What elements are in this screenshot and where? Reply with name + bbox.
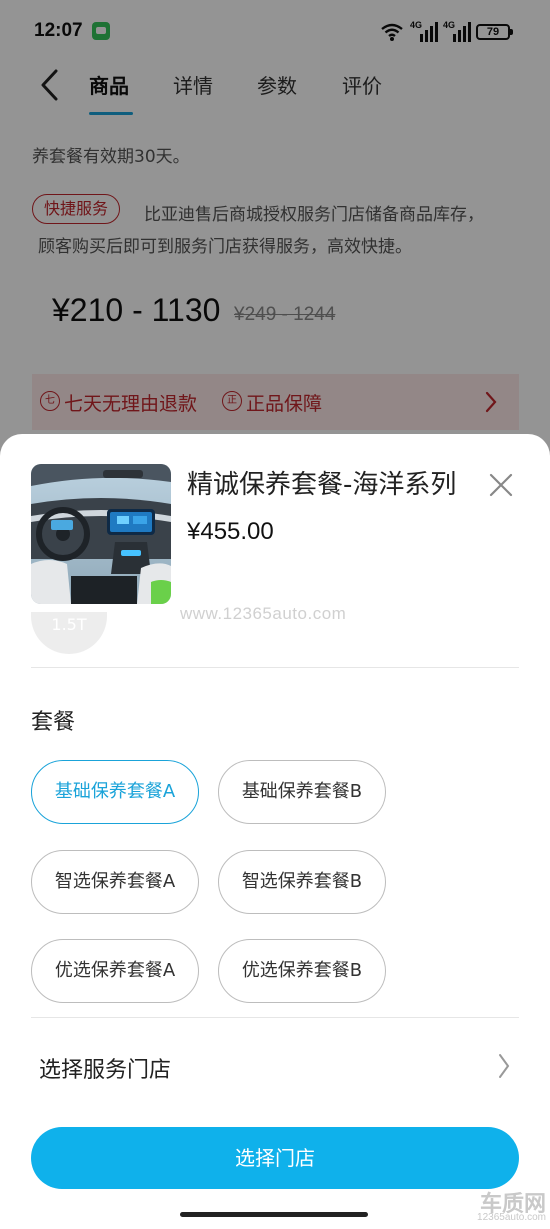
option-smart-a[interactable]: 智选保养套餐A — [31, 850, 199, 914]
home-indicator[interactable] — [180, 1212, 368, 1217]
option-basic-b[interactable]: 基础保养套餐B — [218, 760, 386, 824]
product-image — [31, 464, 171, 604]
select-service-store-row[interactable]: 选择服务门店 — [31, 1024, 519, 1110]
option-premium-a[interactable]: 优选保养套餐A — [31, 939, 199, 1003]
site-watermark: www.12365auto.com — [180, 604, 347, 623]
site-logo-watermark: 车质网 12365auto.com — [440, 1186, 550, 1226]
partially-hidden-chip-label: 1.5T — [51, 615, 87, 634]
option-basic-a[interactable]: 基础保养套餐A — [31, 760, 199, 824]
close-icon[interactable] — [488, 472, 514, 498]
chevron-right-icon — [499, 1054, 510, 1078]
option-smart-b[interactable]: 智选保养套餐B — [218, 850, 386, 914]
site-logo-url: 12365auto.com — [477, 1212, 546, 1223]
store-row-label: 选择服务门店 — [39, 1058, 172, 1083]
package-selection-sheet: 精诚保养套餐-海洋系列 ¥455.00 www.12365auto.com 1.… — [0, 434, 550, 1229]
divider — [31, 667, 519, 668]
select-store-button[interactable]: 选择门店 — [31, 1127, 519, 1189]
package-section-title: 套餐 — [31, 710, 76, 735]
option-premium-b[interactable]: 优选保养套餐B — [218, 939, 386, 1003]
product-price: ¥455.00 — [187, 518, 274, 545]
car-interior-image — [31, 464, 171, 604]
product-title: 精诚保养套餐-海洋系列 — [187, 470, 457, 500]
divider — [31, 1017, 519, 1018]
partially-hidden-option-chip: 1.5T — [31, 612, 107, 654]
